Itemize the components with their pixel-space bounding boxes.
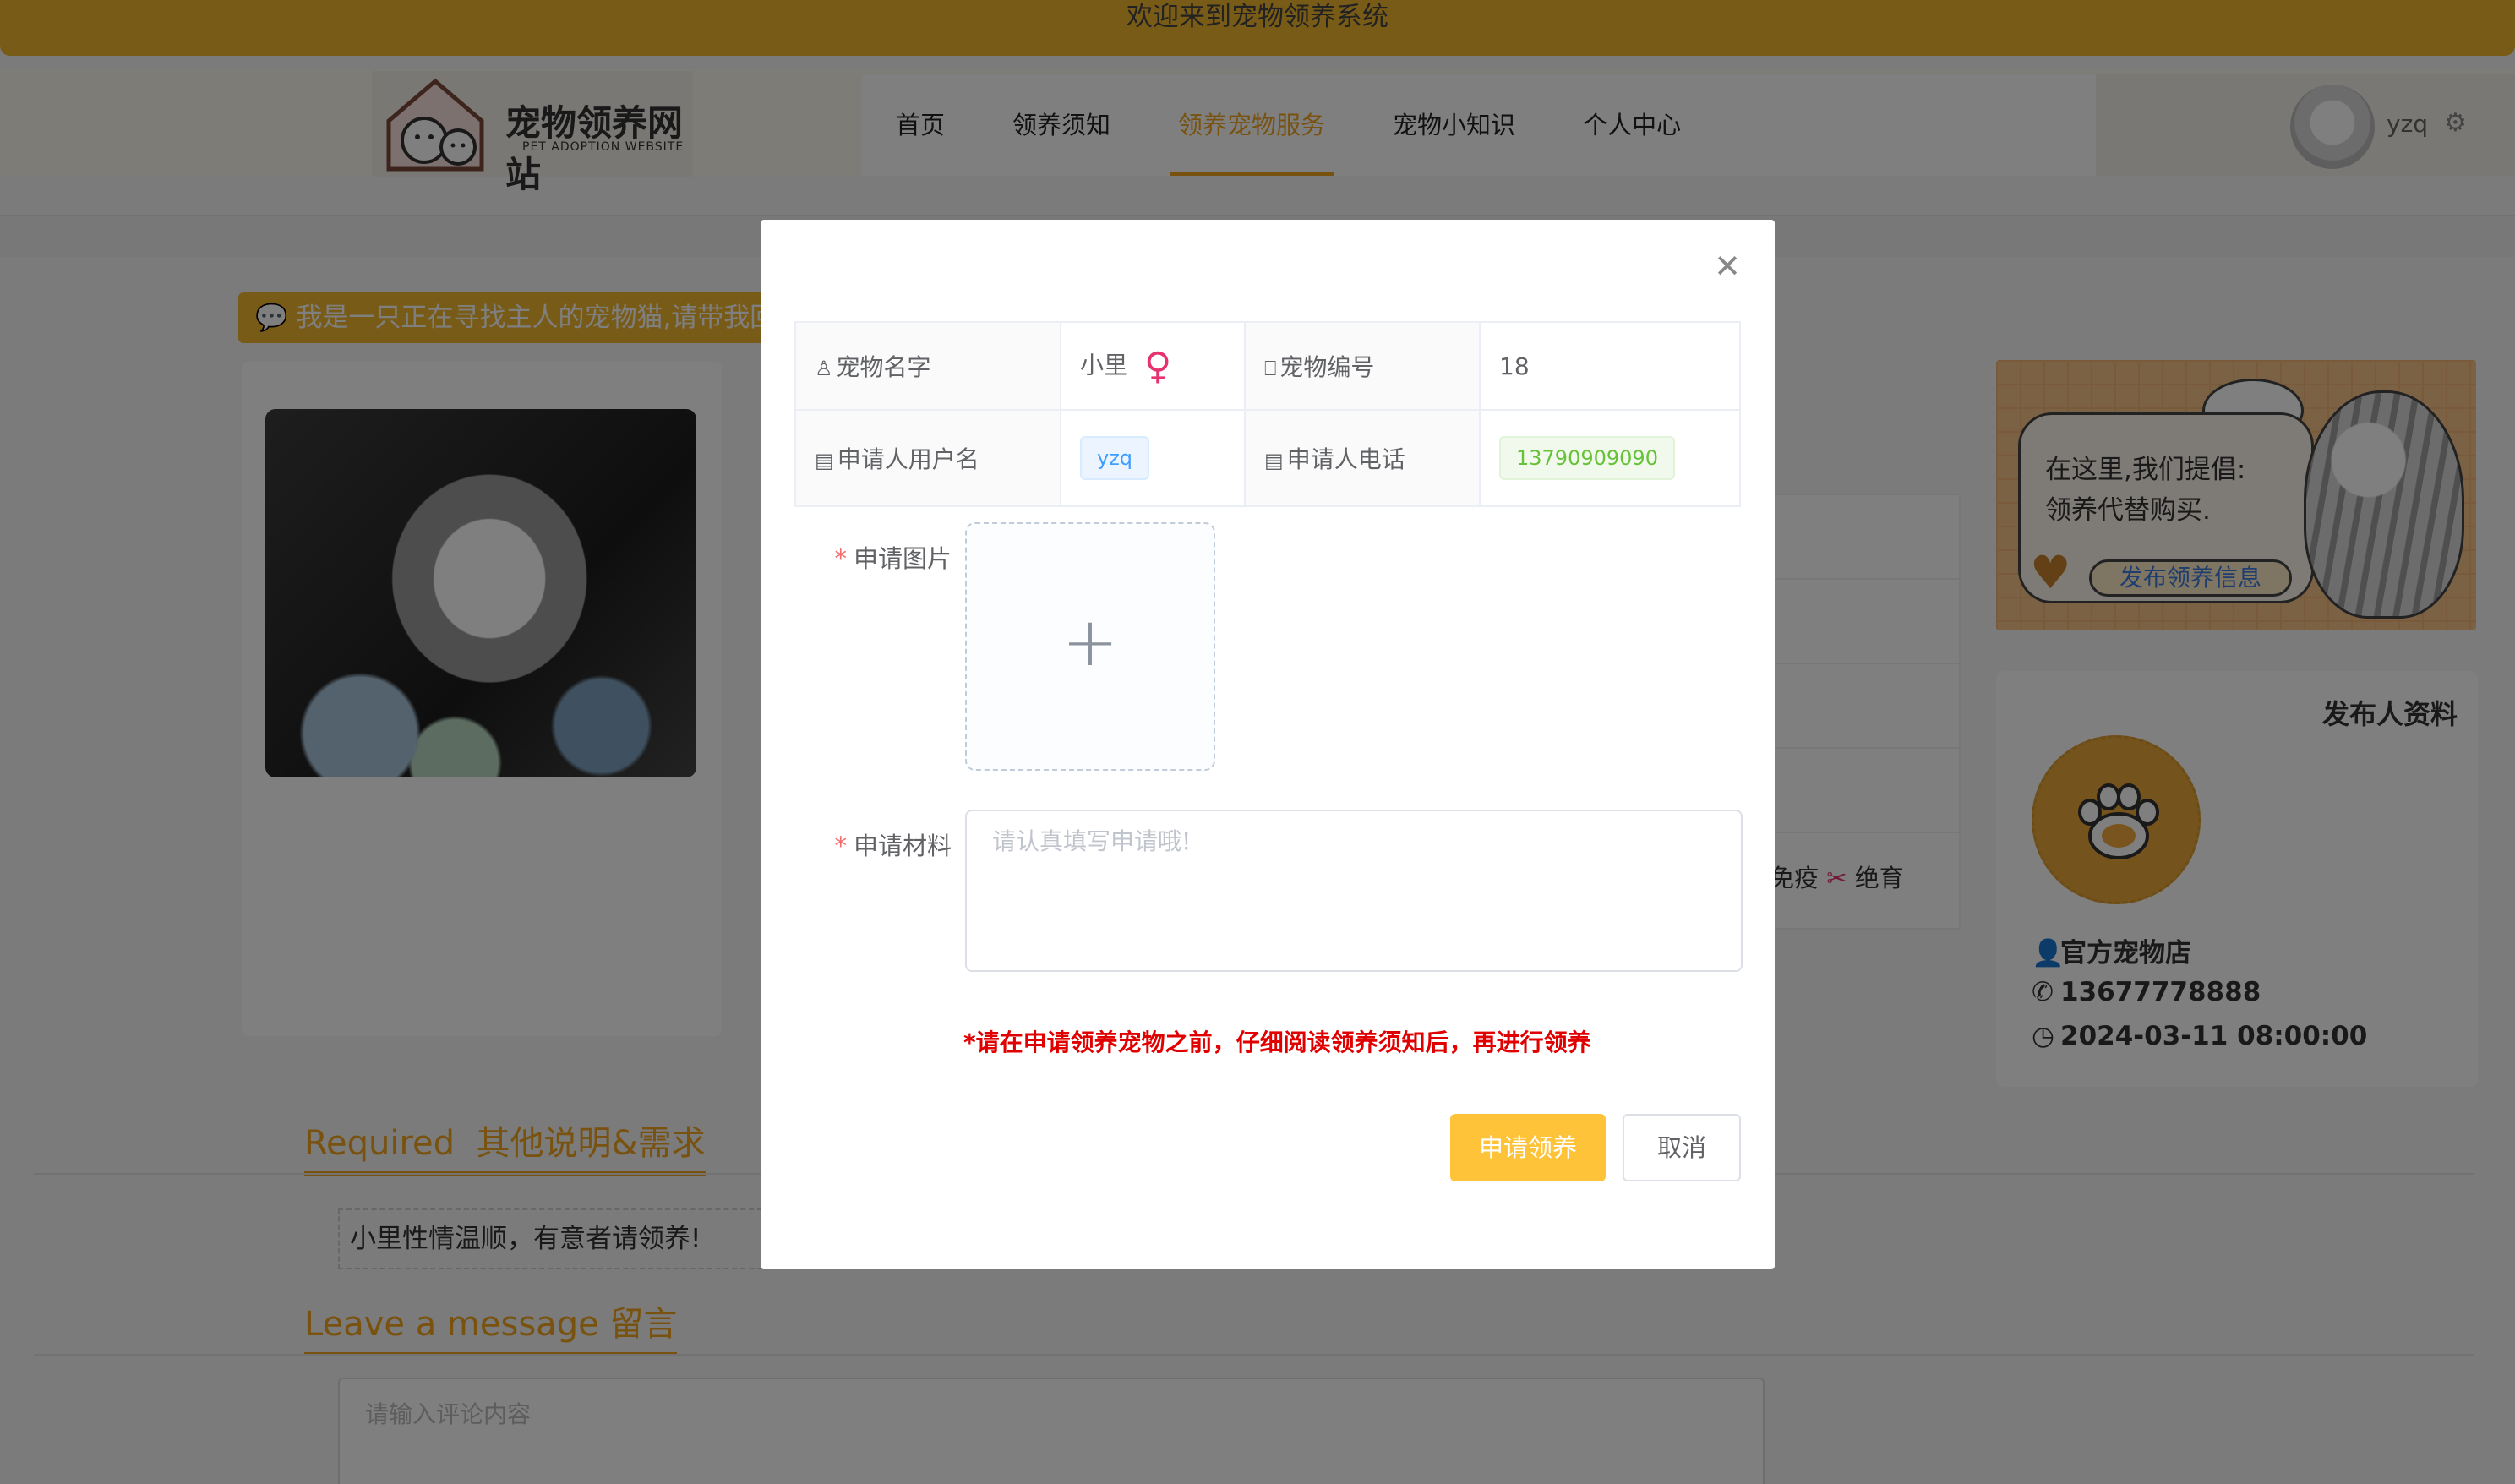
- applicant-label: 申请人用户名: [837, 445, 979, 473]
- bookmark-icon: ⎕: [1264, 357, 1277, 380]
- pet-info-table: ♙ 宠物名字 小里 ♀ ⎕ 宠物编号 18 ▤ 申请人用户名 yzq ▤ 申请人电话 13…: [794, 321, 1741, 507]
- material-label: * 申请材料: [834, 832, 952, 860]
- adoption-dialog: ✕ ♙ 宠物名字 小里 ♀ ⎕ 宠物编号 18 ▤ 申请人用户名 yzq ▤ 申请人电话 …: [761, 220, 1775, 1269]
- adoption-warning: *请在申请领养宠物之前，仔细阅读领养须知后，再进行领养: [963, 1028, 1591, 1056]
- pet-id-cell: 18: [1479, 321, 1741, 411]
- document-icon: ▤: [815, 449, 834, 472]
- close-icon[interactable]: ✕: [1714, 250, 1741, 282]
- female-icon: ♀: [1144, 344, 1172, 388]
- applicant-cell: yzq: [1060, 409, 1246, 507]
- pet-name-label: 宠物名字: [836, 353, 931, 381]
- phone-label-cell: ▤ 申请人电话: [1244, 409, 1481, 507]
- material-textarea[interactable]: 请认真填写申请哦!: [965, 810, 1743, 972]
- user-outline-icon: ♙: [815, 357, 833, 380]
- image-label: * 申请图片: [834, 544, 952, 573]
- apply-button[interactable]: 申请领养: [1450, 1114, 1606, 1181]
- applicant-label-cell: ▤ 申请人用户名: [794, 409, 1061, 507]
- pet-id-label-cell: ⎕ 宠物编号: [1244, 321, 1481, 411]
- pet-id: 18: [1499, 352, 1530, 380]
- document-icon: ▤: [1264, 449, 1284, 472]
- phone-tag: 13790909090: [1499, 436, 1675, 480]
- phone-label: 申请人电话: [1286, 445, 1405, 473]
- pet-name: 小里: [1080, 351, 1128, 379]
- pet-id-label: 宠物编号: [1279, 353, 1375, 381]
- applicant-tag: yzq: [1080, 436, 1150, 480]
- pet-name-cell: 小里 ♀: [1060, 321, 1246, 411]
- cancel-button[interactable]: 取消: [1623, 1114, 1741, 1181]
- image-upload[interactable]: +: [965, 522, 1215, 771]
- pet-name-label-cell: ♙ 宠物名字: [794, 321, 1061, 411]
- plus-icon: +: [1061, 603, 1119, 681]
- phone-cell: 13790909090: [1479, 409, 1741, 507]
